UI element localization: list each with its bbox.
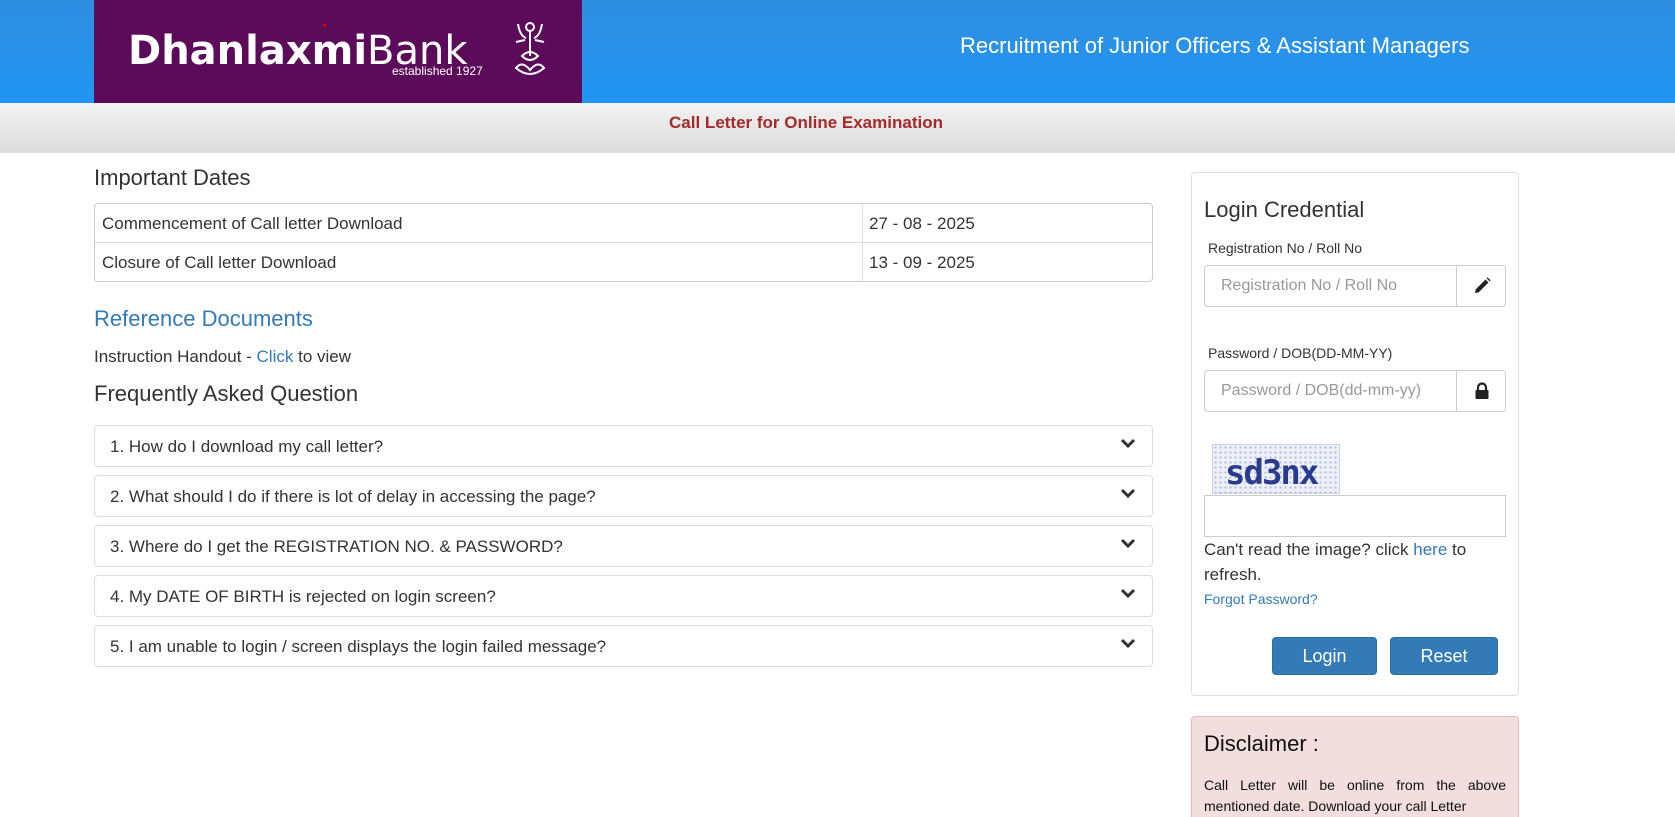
date-value: 13 - 09 - 2025 — [869, 253, 975, 272]
chevron-down-icon — [1120, 588, 1136, 599]
lock-icon — [1475, 382, 1489, 399]
faq-item[interactable]: 5. I am unable to login / screen display… — [94, 625, 1153, 667]
table-row: Commencement of Call letter Download 27 … — [95, 204, 1152, 243]
registration-input[interactable] — [1204, 265, 1457, 307]
faq-question: 3. Where do I get the REGISTRATION NO. &… — [110, 537, 563, 556]
captcha-text: sd3nx — [1225, 453, 1319, 493]
captcha-refresh-text: Can't read the image? click here to refr… — [1204, 540, 1467, 584]
chevron-down-icon — [1120, 538, 1136, 549]
column-divider — [862, 204, 863, 281]
important-dates-table: Commencement of Call letter Download 27 … — [94, 203, 1153, 282]
registration-label: Registration No / Roll No — [1208, 240, 1363, 256]
lakshmi-emblem-icon — [514, 22, 546, 75]
captcha-image: sd3nx — [1212, 444, 1340, 494]
bank-logo[interactable]: DhanlaxmiBank established 1927 — [94, 0, 582, 103]
chevron-down-icon — [1120, 638, 1136, 649]
date-label: Closure of Call letter Download — [102, 253, 337, 272]
handout-click-link[interactable]: Click — [257, 347, 294, 366]
page-header-title: Recruitment of Junior Officers & Assista… — [960, 33, 1470, 58]
pencil-icon — [1475, 277, 1491, 293]
faq-question: 1. How do I download my call letter? — [110, 437, 384, 456]
reset-button[interactable]: Reset — [1390, 637, 1498, 675]
login-title: Login Credential — [1204, 197, 1365, 222]
login-button[interactable]: Login — [1272, 637, 1377, 675]
faq-question: 5. I am unable to login / screen display… — [110, 637, 607, 656]
logo-dot — [323, 24, 326, 27]
faq-question: 4. My DATE OF BIRTH is rejected on login… — [110, 587, 496, 606]
faq-item[interactable]: 2. What should I do if there is lot of d… — [94, 475, 1153, 517]
date-value: 27 - 08 - 2025 — [869, 214, 975, 233]
page-title: Call Letter for Online Examination — [669, 113, 943, 132]
date-label: Commencement of Call letter Download — [102, 214, 403, 233]
established-label: established 1927 — [392, 64, 483, 78]
faq-item[interactable]: 3. Where do I get the REGISTRATION NO. &… — [94, 525, 1153, 567]
registration-input-group — [1204, 265, 1506, 307]
password-input-group — [1204, 370, 1506, 412]
captcha-input[interactable] — [1204, 495, 1506, 537]
forgot-password-link[interactable]: Forgot Password? — [1204, 591, 1318, 607]
instruction-handout-line: Instruction Handout - Click to view — [94, 347, 352, 366]
registration-addon — [1456, 265, 1506, 307]
disclaimer-title: Disclaimer : — [1204, 731, 1319, 756]
password-input[interactable] — [1204, 370, 1457, 412]
chevron-down-icon — [1120, 438, 1136, 449]
faq-item[interactable]: 4. My DATE OF BIRTH is rejected on login… — [94, 575, 1153, 617]
password-addon — [1456, 370, 1506, 412]
password-label: Password / DOB(DD-MM-YY) — [1208, 345, 1393, 361]
faq-heading: Frequently Asked Question — [94, 381, 359, 406]
disclaimer-text: Call Letter will be online from the abov… — [1204, 777, 1506, 814]
reference-documents-heading: Reference Documents — [94, 306, 313, 331]
table-row: Closure of Call letter Download 13 - 09 … — [95, 243, 1152, 281]
chevron-down-icon — [1120, 488, 1136, 499]
captcha-refresh-link[interactable]: here — [1413, 540, 1447, 559]
important-dates-heading: Important Dates — [94, 165, 251, 190]
faq-item[interactable]: 1. How do I download my call letter? — [94, 425, 1153, 467]
faq-question: 2. What should I do if there is lot of d… — [110, 487, 596, 506]
